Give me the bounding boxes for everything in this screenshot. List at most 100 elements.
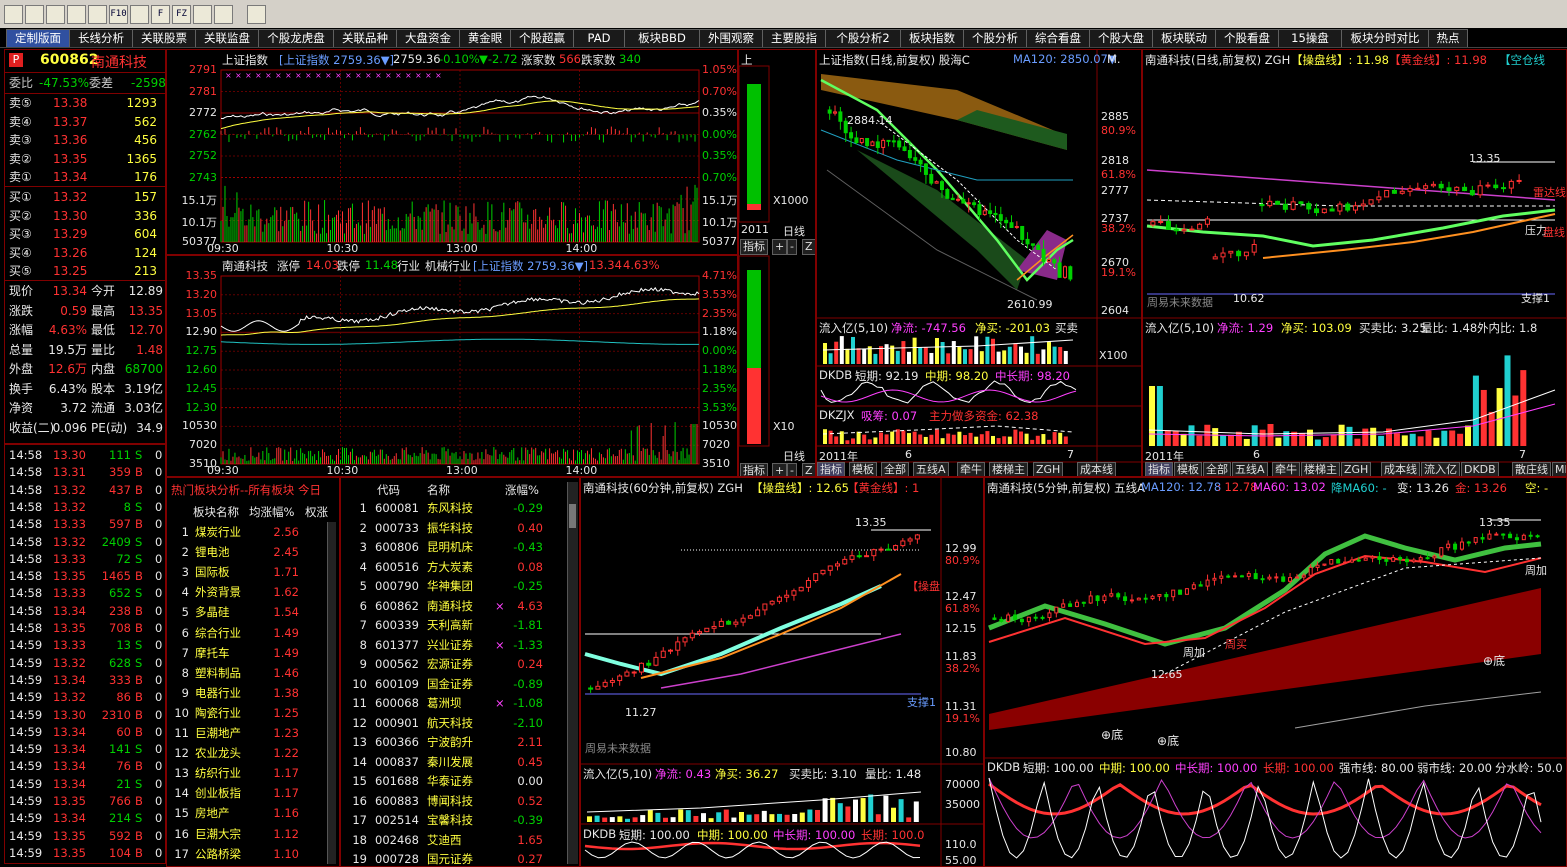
sector-row[interactable]: 3 国际板 1.71 xyxy=(167,564,325,583)
list-row[interactable]: 12 000901 航天科技 -2.10 xyxy=(341,715,565,734)
sector-row[interactable]: 14 创业板指 1.17 xyxy=(167,785,325,804)
sector-row[interactable]: 9 电器行业 1.38 xyxy=(167,685,325,704)
mini-zhibiao-button[interactable]: 指标 xyxy=(740,239,768,255)
tab-8[interactable]: 个股超赢 xyxy=(510,29,574,47)
sd-tab-9[interactable]: DKDB xyxy=(1461,462,1499,476)
sell-price[interactable]: 13.37 xyxy=(53,113,87,131)
idd-tab-2[interactable]: 全部 xyxy=(881,462,909,476)
list-row[interactable]: 9 000562 宏源证券 0.24 xyxy=(341,656,565,675)
table-icon[interactable] xyxy=(25,5,44,24)
list-scrollbar[interactable] xyxy=(567,482,578,864)
tab-22[interactable]: 热点 xyxy=(1428,29,1468,47)
idd-tab-4[interactable]: 牵牛 xyxy=(957,462,985,476)
sector-row[interactable]: 2 锂电池 2.45 xyxy=(167,544,325,563)
list-row[interactable]: 18 002468 艾迪西 1.65 xyxy=(341,832,565,851)
list-row[interactable]: 14 000837 秦川发展 0.45 xyxy=(341,754,565,773)
sd-tab-8[interactable]: 流入亿 xyxy=(1421,462,1460,476)
sell-price[interactable]: 13.38 xyxy=(53,94,87,112)
list-row[interactable]: 17 002514 宝馨科技 -0.39 xyxy=(341,812,565,831)
tab-2[interactable]: 关联股票 xyxy=(132,29,196,47)
sd-tab-0[interactable]: 指标 xyxy=(1145,462,1173,476)
tab-1[interactable]: 长线分析 xyxy=(69,29,133,47)
list-row[interactable]: 5 000790 华神集团 -0.25 xyxy=(341,578,565,597)
list-row[interactable]: 4 600516 方大炭素 0.08 xyxy=(341,559,565,578)
sd-tab-1[interactable]: 模板 xyxy=(1174,462,1202,476)
sd-tab-6[interactable]: ZGH xyxy=(1341,462,1372,476)
kline-icon[interactable] xyxy=(67,5,86,24)
tab-4[interactable]: 个股龙虎盘 xyxy=(258,29,334,47)
f10-icon[interactable] xyxy=(130,5,149,24)
sector-row[interactable]: 16 巨潮大宗 1.12 xyxy=(167,826,325,845)
buy-price[interactable]: 13.32 xyxy=(53,188,87,206)
sector-row[interactable]: 13 纺织行业 1.17 xyxy=(167,765,325,784)
mini-plus-button-2[interactable]: + xyxy=(772,463,788,476)
sector-row[interactable]: 1 煤炭行业 2.56 xyxy=(167,524,325,543)
list-icon[interactable] xyxy=(88,5,107,24)
tab-19[interactable]: 个股看盘 xyxy=(1215,29,1279,47)
sell-price[interactable]: 13.34 xyxy=(53,168,87,186)
tab-20[interactable]: 15操盘 xyxy=(1278,29,1342,47)
search-icon[interactable] xyxy=(193,5,212,24)
list-row[interactable]: 3 600806 昆明机床 -0.43 xyxy=(341,539,565,558)
tab-6[interactable]: 大盘资金 xyxy=(396,29,460,47)
idd-tab-3[interactable]: 五线A xyxy=(913,462,949,476)
tab-9[interactable]: PAD xyxy=(573,29,625,47)
list-row[interactable]: 19 000728 国元证券 0.27 xyxy=(341,851,565,866)
tab-21[interactable]: 板块分时对比 xyxy=(1341,29,1429,47)
f-icon[interactable]: F xyxy=(151,5,170,24)
mini-z-button[interactable]: Z xyxy=(802,239,815,255)
sd-tab-7[interactable]: 成本线 xyxy=(1381,462,1420,476)
line-chart-icon[interactable] xyxy=(46,5,65,24)
idd-tab-1[interactable]: 模板 xyxy=(849,462,877,476)
mini-minus-button[interactable]: - xyxy=(787,239,797,255)
mini-minus-button-2[interactable]: - xyxy=(787,463,797,476)
list-row[interactable]: 13 600366 宁波韵升 2.11 xyxy=(341,734,565,753)
buy-price[interactable]: 13.30 xyxy=(53,207,87,225)
sector-row[interactable]: 5 多晶硅 1.54 xyxy=(167,604,325,623)
sector-row[interactable]: 7 摩托车 1.49 xyxy=(167,645,325,664)
sector-scrollbar[interactable] xyxy=(327,522,336,864)
list-row[interactable]: 2 000733 振华科技 0.40 xyxy=(341,520,565,539)
sector-row[interactable]: 6 综合行业 1.49 xyxy=(167,625,325,644)
sector-row[interactable]: 12 农业龙头 1.22 xyxy=(167,745,325,764)
sector-row[interactable]: 4 外资背景 1.62 xyxy=(167,584,325,603)
idd-tab-5[interactable]: 楼梯主 xyxy=(989,462,1028,476)
sell-price[interactable]: 13.36 xyxy=(53,131,87,149)
fund-icon[interactable]: F10 xyxy=(109,5,128,24)
tab-14[interactable]: 板块指数 xyxy=(900,29,964,47)
list-row[interactable]: 11 600068 葛洲坝 × -1.08 xyxy=(341,695,565,714)
idd-tab-6[interactable]: ZGH xyxy=(1033,462,1064,476)
sd-tab-2[interactable]: 全部 xyxy=(1203,462,1231,476)
sector-row[interactable]: 17 公路桥梁 1.10 xyxy=(167,846,325,865)
tab-12[interactable]: 主要股指 xyxy=(762,29,826,47)
tab-0[interactable]: 定制版面 xyxy=(6,29,70,47)
list-row[interactable]: 10 600109 国金证券 -0.89 xyxy=(341,676,565,695)
sector-row[interactable]: 11 巨潮地产 1.23 xyxy=(167,725,325,744)
tab-16[interactable]: 综合看盘 xyxy=(1026,29,1090,47)
list-row[interactable]: 15 601688 华泰证券 0.00 xyxy=(341,773,565,792)
list-row[interactable]: 1 600081 东风科技 -0.29 xyxy=(341,500,565,519)
list-row[interactable]: 16 600883 博闻科技 0.52 xyxy=(341,793,565,812)
tab-5[interactable]: 关联品种 xyxy=(333,29,397,47)
grid-icon[interactable] xyxy=(4,5,23,24)
tab-18[interactable]: 板块联动 xyxy=(1152,29,1216,47)
idd-tab-7[interactable]: 成本线 xyxy=(1077,462,1116,476)
sd-tab-5[interactable]: 楼梯主 xyxy=(1301,462,1340,476)
list-row[interactable]: 8 601377 兴业证券 × -1.33 xyxy=(341,637,565,656)
sector-row[interactable]: 8 塑料制品 1.46 xyxy=(167,665,325,684)
buy-price[interactable]: 13.25 xyxy=(53,262,87,280)
tab-17[interactable]: 个股大盘 xyxy=(1089,29,1153,47)
mini-plus-button[interactable]: + xyxy=(772,239,788,255)
buy-price[interactable]: 13.29 xyxy=(53,225,87,243)
tab-15[interactable]: 个股分析 xyxy=(963,29,1027,47)
tab-3[interactable]: 关联监盘 xyxy=(195,29,259,47)
tab-7[interactable]: 黄金眼 xyxy=(459,29,511,47)
sd-tab-10[interactable]: 散庄线 xyxy=(1512,462,1551,476)
calc-icon[interactable] xyxy=(247,5,266,24)
report-icon[interactable] xyxy=(214,5,233,24)
sector-row[interactable]: 15 房地产 1.16 xyxy=(167,805,325,824)
sd-tab-3[interactable]: 五线A xyxy=(1232,462,1268,476)
tab-13[interactable]: 个股分析2 xyxy=(825,29,901,47)
mini-zhibiao-button-2[interactable]: 指标 xyxy=(740,463,768,476)
sd-tab-11[interactable]: MD xyxy=(1552,462,1566,476)
